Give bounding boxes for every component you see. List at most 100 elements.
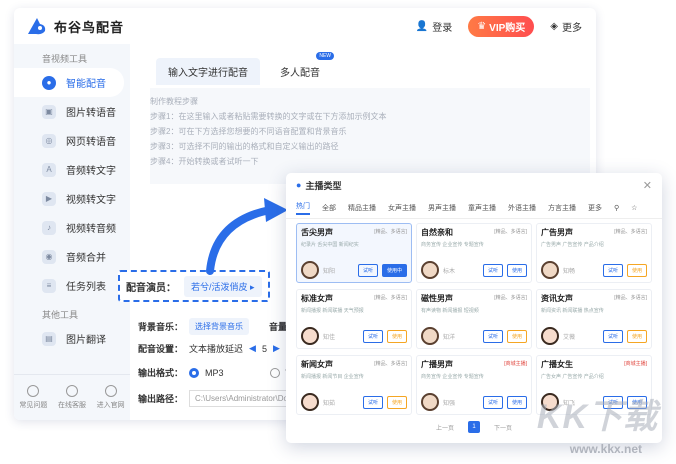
- voice-card[interactable]: 新闻女声 [精品、多语言] 新闻播报 新闻节目 企业宣传 知茹 试听 使用: [296, 355, 412, 415]
- sidebar-item-image-to-speech[interactable]: ▣ 图片转语音: [14, 97, 130, 126]
- tab-foreign[interactable]: 外语主播: [508, 203, 536, 213]
- login-button[interactable]: 👤 登录: [416, 19, 452, 34]
- try-button[interactable]: 试听: [602, 329, 623, 343]
- tab-hot[interactable]: 热门: [296, 201, 310, 215]
- voice-card[interactable]: 广告男声 [精品、多语言] 广告男声 广告宣传 产品介绍 知畅 试听 使用: [536, 223, 652, 283]
- category-tabs: 热门 全部 精品主播 女声主播 男声主播 童声主播 外语主播 方言主播 更多 ⚲…: [286, 197, 662, 219]
- support-button[interactable]: 在线客服: [58, 385, 86, 410]
- avatar: [541, 327, 559, 345]
- tab-dialect[interactable]: 方言主播: [548, 203, 576, 213]
- tab-female[interactable]: 女声主播: [388, 203, 416, 213]
- format-wav-radio[interactable]: [269, 367, 280, 378]
- app-logo: 布谷鸟配音: [26, 16, 124, 36]
- try-button[interactable]: 试听: [362, 329, 383, 343]
- sidebar-item-task-list[interactable]: ≡ 任务列表: [14, 271, 130, 300]
- bgm-select[interactable]: 选择背景音乐: [189, 318, 250, 335]
- app-title: 布谷鸟配音: [54, 19, 125, 35]
- microphone-icon: ●: [42, 75, 56, 90]
- watermark-url: www.kkx.net: [569, 442, 642, 456]
- layers-icon: ◈: [550, 20, 558, 32]
- sidebar-item-audio-merge[interactable]: ◉ 音频合并: [14, 242, 130, 271]
- voice-card[interactable]: 广播男声 [商城主播] 商务宣传 企业宣传 专题宣传 知强 试听 使用: [416, 355, 532, 415]
- star-icon[interactable]: ☆: [631, 204, 637, 212]
- new-badge: NEW: [316, 52, 334, 60]
- text-input-area[interactable]: 制作教程步骤 步骤1：在这里输入或者粘贴需要转换的文字或在下方添加示例文本 步骤…: [150, 88, 590, 184]
- sidebar-item-video-to-audio[interactable]: ♪ 视频转音频: [14, 213, 130, 242]
- title-bar: 布谷鸟配音 👤 登录 ♛ VIP购买 ◈ 更多: [14, 8, 596, 44]
- video-text-icon: ▶: [42, 191, 56, 206]
- avatar: [421, 327, 439, 345]
- sidebar-item-web-to-speech[interactable]: ◎ 网页转语音: [14, 126, 130, 155]
- list-icon: ≡: [42, 278, 56, 293]
- tab-child[interactable]: 童声主播: [468, 203, 496, 213]
- try-button[interactable]: 试听: [482, 329, 503, 343]
- avatar: [301, 261, 319, 279]
- tab-premium[interactable]: 精品主播: [348, 203, 376, 213]
- sidebar-item-smart-dubbing[interactable]: ● 智能配音: [14, 68, 124, 97]
- step-3: 步骤3：可选择不同的输出的格式和自定义输出的路径: [150, 142, 339, 151]
- voice-card-grid: 舌尖男声 [精品、多语言] 纪录片 舌尖中国 新闻纪实 知阳 试听 使用中 自然亲和…: [296, 223, 652, 415]
- watermark-logo: KK下载: [536, 398, 658, 436]
- image-icon: ▣: [42, 104, 56, 119]
- website-button[interactable]: 进入官网: [97, 385, 125, 410]
- sidebar: 音视频工具 ● 智能配音 ▣ 图片转语音 ◎ 网页转语音 A 音频转文字 ▶ 视频转文字 …: [14, 44, 130, 420]
- tab-text-dubbing[interactable]: 输入文字进行配音: [156, 58, 260, 85]
- decrease-icon[interactable]: ◀: [249, 343, 256, 354]
- prev-page-button[interactable]: 上一页: [436, 423, 454, 432]
- voice-card[interactable]: 自然亲和 [精品、多语言] 商务宣传 企业宣传 专题宣传 标木 试听 使用: [416, 223, 532, 283]
- try-button[interactable]: 试听: [362, 395, 383, 409]
- sidebar-item-video-to-text[interactable]: ▶ 视频转文字: [14, 184, 130, 213]
- voice-actor-select[interactable]: 若兮/活泼俏皮 ▸: [184, 275, 262, 297]
- tab-male[interactable]: 男声主播: [428, 203, 456, 213]
- try-button[interactable]: 试听: [482, 263, 503, 277]
- voice-card[interactable]: 磁性男声 [精品、多语言] 有声读物 新闻播报 短视频 知洋 试听 使用: [416, 289, 532, 349]
- vip-use-button[interactable]: 使用: [386, 395, 407, 409]
- merge-icon: ◉: [42, 249, 56, 264]
- video-audio-icon: ♪: [42, 220, 56, 235]
- step-1: 步骤1：在这里输入或者粘贴需要转换的文字或在下方添加示例文本: [150, 112, 387, 121]
- translate-icon: ▤: [42, 331, 56, 346]
- sidebar-item-image-translate[interactable]: ▤ 图片翻译: [14, 324, 130, 353]
- avatar: [421, 393, 439, 411]
- format-row: 输出格式： MP3 WA: [138, 366, 300, 379]
- more-button[interactable]: ◈ 更多: [550, 19, 582, 34]
- home-icon: [104, 385, 117, 397]
- voice-card[interactable]: 标准女声 [精品、多语言] 新闻播报 新闻联播 天气预报 知佳 试听 使用: [296, 289, 412, 349]
- avatar: [541, 261, 559, 279]
- user-icon: 👤: [415, 20, 429, 32]
- format-mp3-radio[interactable]: [189, 367, 200, 378]
- vip-use-button[interactable]: 使用: [626, 263, 647, 277]
- try-button[interactable]: 试听: [357, 263, 378, 277]
- audio-text-icon: A: [42, 162, 56, 177]
- bgm-row: 背景音乐： 选择背景音乐 音量：: [138, 318, 296, 335]
- faq-button[interactable]: 常见问题: [19, 385, 47, 410]
- try-button[interactable]: 试听: [482, 395, 503, 409]
- vip-use-button[interactable]: 使用: [626, 329, 647, 343]
- tab-all[interactable]: 全部: [322, 203, 336, 213]
- voice-type-icon: ●: [296, 180, 302, 190]
- voice-card[interactable]: 资讯女声 [精品、多语言] 新闻资讯 新闻联播 热点宣传 艾薇 试听 使用: [536, 289, 652, 349]
- sidebar-item-audio-to-text[interactable]: A 音频转文字: [14, 155, 130, 184]
- sidebar-section-title: 音视频工具: [42, 54, 88, 64]
- vip-use-button[interactable]: 使用: [506, 329, 527, 343]
- tab-multi-dubbing[interactable]: 多人配音 NEW: [268, 52, 334, 85]
- sidebar-section-title-other: 其他工具: [42, 310, 79, 320]
- use-button[interactable]: 使用: [506, 395, 527, 409]
- tab-more[interactable]: 更多: [588, 203, 602, 213]
- use-button[interactable]: 使用中: [381, 263, 407, 277]
- search-icon[interactable]: ⚲: [614, 204, 619, 212]
- avatar: [301, 393, 319, 411]
- voice-card[interactable]: 舌尖男声 [精品、多语言] 纪录片 舌尖中国 新闻纪实 知阳 试听 使用中: [296, 223, 412, 283]
- vip-use-button[interactable]: 使用: [386, 329, 407, 343]
- use-button[interactable]: 使用: [506, 263, 527, 277]
- page-number[interactable]: 1: [468, 421, 480, 433]
- vip-purchase-button[interactable]: ♛ VIP购买: [468, 15, 535, 37]
- next-page-button[interactable]: 下一页: [494, 423, 512, 432]
- close-icon[interactable]: ✕: [643, 179, 652, 192]
- bird-logo-icon: [28, 18, 46, 35]
- step-4: 步骤4：开始转换或者试听一下: [150, 157, 259, 166]
- try-button[interactable]: 试听: [602, 263, 623, 277]
- delay-value[interactable]: 5: [262, 344, 267, 354]
- increase-icon[interactable]: ▶: [273, 343, 280, 354]
- mode-tabs: 输入文字进行配音 多人配音 NEW: [156, 52, 334, 85]
